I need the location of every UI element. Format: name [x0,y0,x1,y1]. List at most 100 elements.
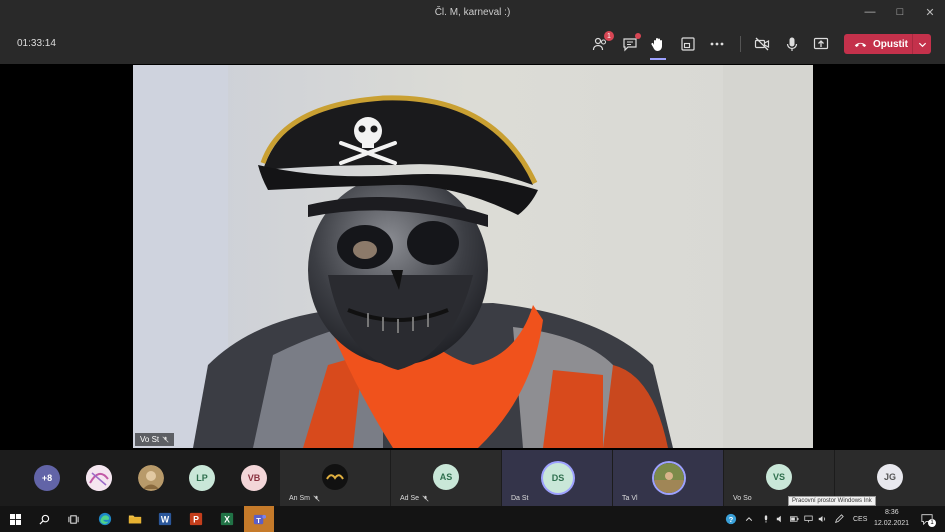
chevron-down-icon [918,42,926,47]
ink-workspace-button[interactable] [830,510,848,528]
tile-label: Vo So [733,495,752,502]
hand-icon [651,38,662,51]
avatar[interactable] [138,465,164,491]
powerpoint-taskbar-button[interactable]: P [187,510,205,528]
task-view-button[interactable] [64,510,82,528]
window-controls: — □ ✕ [855,0,945,24]
battery-icon [789,516,799,522]
leave-label: Opustit [873,38,908,50]
avatar[interactable] [86,465,112,491]
leave-main[interactable]: Opustit [844,34,912,54]
svg-text:P: P [193,515,199,525]
chat-unread-dot [635,33,641,39]
windows-logo-icon [9,513,21,525]
word-taskbar-button[interactable]: W [156,510,174,528]
svg-text:W: W [161,515,170,525]
video-stage: Vo St [0,64,945,450]
overflow-participants-button[interactable]: +8 [34,465,60,491]
avatar-initials: VB [247,473,261,483]
camera-button[interactable] [752,34,772,54]
help-icon: ? [725,513,737,525]
chat-button[interactable] [620,33,641,54]
notification-count: 1 [928,519,936,527]
search-icon [38,514,49,525]
avatar-photo [654,463,684,493]
taskbar: W P X T ? CES 8:36 12.02.2021 1 [0,506,945,532]
microphone-icon [786,37,798,51]
tile-label: Da St [511,495,529,502]
pen-icon [835,514,844,523]
teams-taskbar-button[interactable]: T [244,506,274,532]
participant-video[interactable]: Vo St [133,65,813,448]
meeting-toolbar: 01:33:14 1 Opustit [0,24,945,64]
avatar: JG [877,464,903,490]
avatar-initials: JG [883,472,896,482]
phone-hangup-icon [854,42,867,47]
more-actions-button[interactable] [707,34,727,54]
tile-name: Da St [511,495,529,502]
avatar[interactable]: VB [241,465,267,491]
folder-icon [128,515,142,524]
share-button[interactable] [811,34,831,54]
avatar-photo [138,465,164,491]
chevron-up-icon [745,517,753,521]
show-hidden-icons-button[interactable] [740,510,758,528]
search-button[interactable] [35,510,53,528]
language-indicator[interactable]: CES [853,516,867,523]
teams-icon: T [253,514,266,524]
clock-time[interactable]: 8:36 [885,509,899,516]
camera-off-icon [754,37,770,51]
avatar-photo [86,465,112,491]
raise-hand-button[interactable] [648,34,668,60]
volume-icon [818,516,825,522]
tile-label: Ad Se [400,495,429,502]
volume-tray-button[interactable] [813,510,831,528]
participants-badge: 1 [604,31,614,41]
minimize-icon[interactable]: — [855,0,885,24]
participant-name: Vo St [140,435,160,444]
overflow-count: +8 [41,473,53,483]
help-tray-icon[interactable]: ? [722,510,740,528]
explorer-taskbar-button[interactable] [126,510,144,528]
window-title: Čl. M, karneval :) [434,6,511,18]
mic-muted-icon [162,436,169,443]
participant-tile[interactable]: AS Ad Se [391,450,501,506]
rooms-button[interactable] [678,34,698,54]
tile-name: Ad Se [400,495,420,502]
leave-options-button[interactable] [912,34,931,54]
maximize-icon[interactable]: □ [885,0,915,24]
leave-button[interactable]: Opustit [844,34,931,54]
avatar-initials: DS [551,473,565,483]
speaker-icon [776,515,781,523]
breakout-rooms-icon [681,37,695,51]
title-bar: Čl. M, karneval :) — □ ✕ [0,0,945,24]
network-icon [803,515,813,523]
avatar-initials: LP [196,473,208,483]
avatar[interactable]: LP [189,465,215,491]
excel-taskbar-button[interactable]: X [218,510,236,528]
participant-tile[interactable]: DS Da St [502,450,612,506]
word-icon: W [158,512,172,526]
participant-tile[interactable]: Ta Vl [613,450,723,506]
start-button[interactable] [6,510,24,528]
avatar-speaking [654,463,684,493]
tooltip: Pracovní prostor Windows Ink [788,496,876,506]
clock-date[interactable]: 12.02.2021 [874,520,909,527]
avatar [322,464,348,490]
avatar: VS [766,464,792,490]
tile-name: Ta Vl [622,495,638,502]
powerpoint-icon: P [189,512,203,526]
participants-button[interactable]: 1 [590,31,614,54]
edge-icon [98,512,112,526]
mic-button[interactable] [782,34,802,54]
edge-taskbar-button[interactable] [96,510,114,528]
svg-text:?: ? [729,515,734,524]
tile-name: Vo So [733,495,752,502]
microphone-icon [764,515,768,523]
task-view-icon [67,514,79,524]
participant-tile[interactable]: An Sm [280,450,390,506]
notifications-button[interactable]: 1 [918,510,936,528]
avatar-speaking: DS [543,463,573,493]
close-icon[interactable]: ✕ [915,0,945,24]
avatar-initials: VS [772,472,785,482]
